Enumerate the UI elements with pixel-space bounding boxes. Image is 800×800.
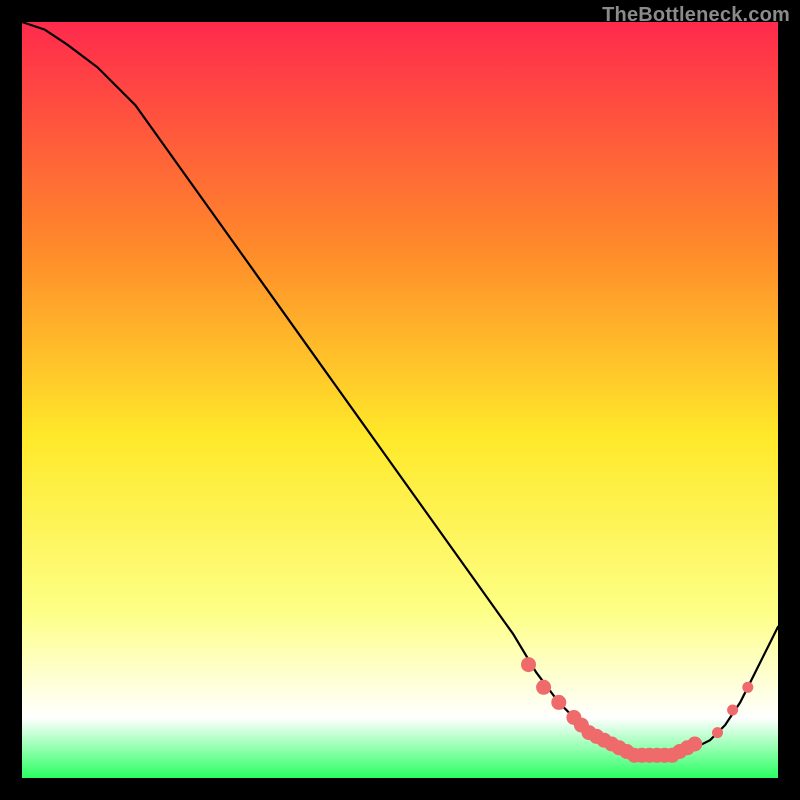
chart-stage: TheBottleneck.com <box>0 0 800 800</box>
watermark-text: TheBottleneck.com <box>602 4 790 27</box>
highlight-dot <box>743 682 753 692</box>
highlight-dot <box>728 705 738 715</box>
highlight-dot <box>537 680 551 694</box>
highlight-dot <box>713 728 723 738</box>
highlight-dot <box>522 658 536 672</box>
highlight-dot <box>552 695 566 709</box>
bottleneck-chart <box>0 0 800 800</box>
highlight-dot <box>688 737 702 751</box>
gradient-background <box>22 22 778 778</box>
